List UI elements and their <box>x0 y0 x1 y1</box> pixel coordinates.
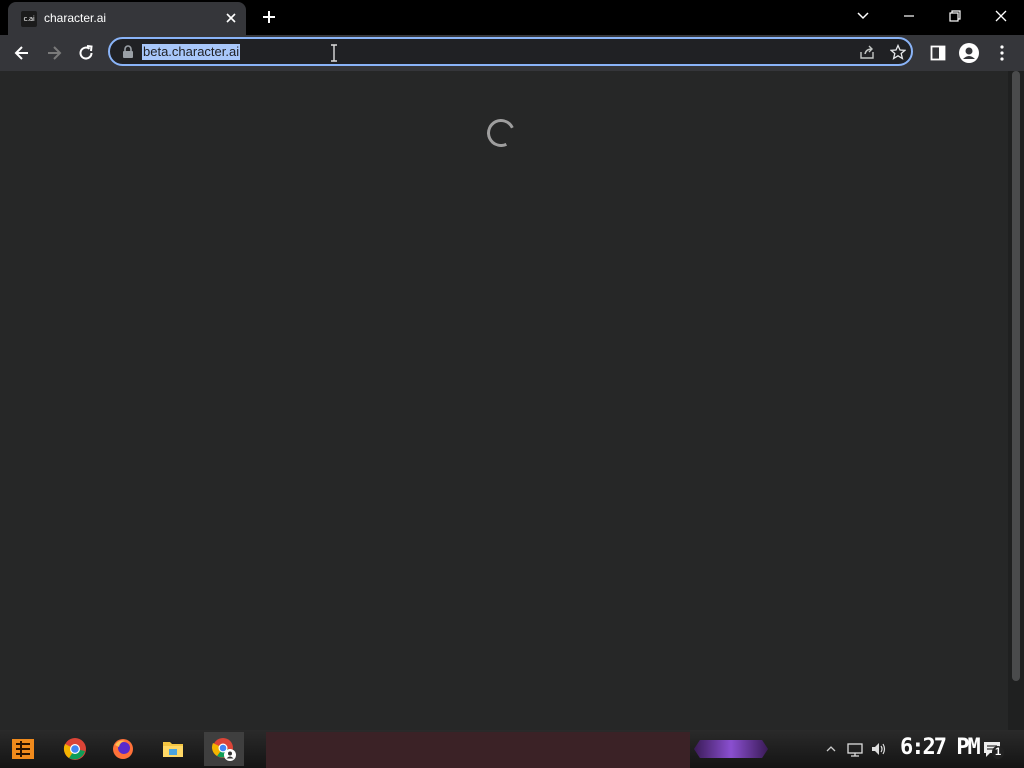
page-content <box>0 71 1008 730</box>
taskbar-clock[interactable]: 6:27 PM <box>900 735 981 760</box>
start-button-icon[interactable] <box>6 734 40 764</box>
show-hidden-icons-icon[interactable] <box>824 740 842 758</box>
tab-title: character.ai <box>44 11 107 25</box>
tab-strip: c.ai character.ai <box>0 0 1024 35</box>
firefox-app-icon[interactable] <box>106 734 140 764</box>
close-window-button[interactable] <box>978 0 1024 32</box>
url-text[interactable]: beta.character.ai <box>142 44 241 60</box>
lock-icon[interactable] <box>122 45 134 64</box>
browser-toolbar: beta.character.ai <box>0 35 1024 71</box>
close-tab-icon[interactable] <box>222 9 240 27</box>
text-cursor-icon <box>330 44 338 62</box>
volume-icon[interactable] <box>870 740 888 758</box>
restore-button[interactable] <box>932 0 978 32</box>
scrollbar[interactable] <box>1008 71 1024 730</box>
profile-avatar-icon[interactable] <box>957 41 981 65</box>
new-tab-button[interactable] <box>260 8 278 26</box>
scrollbar-thumb[interactable] <box>1012 71 1020 681</box>
network-icon[interactable] <box>846 740 864 758</box>
loading-spinner-icon <box>483 115 519 151</box>
notification-center-icon[interactable]: 1 <box>982 740 1005 759</box>
notification-count-badge: 1 <box>992 746 1005 759</box>
tab-search-icon[interactable] <box>840 0 886 32</box>
chrome-profile-app-icon[interactable] <box>204 732 244 766</box>
forward-button[interactable] <box>42 41 66 65</box>
menu-kebab-icon[interactable] <box>990 41 1014 65</box>
taskbar: 6:27 PM 1 <box>0 730 1024 768</box>
bookmark-star-icon[interactable] <box>889 43 907 65</box>
file-explorer-icon[interactable] <box>156 734 190 764</box>
minimize-button[interactable] <box>886 0 932 32</box>
back-button[interactable] <box>10 41 34 65</box>
share-icon[interactable] <box>858 44 876 65</box>
reload-button[interactable] <box>74 41 98 65</box>
taskbar-open-apps-area <box>266 732 690 768</box>
side-panel-icon[interactable] <box>926 41 950 65</box>
tab-favicon: c.ai <box>21 11 37 27</box>
tab-character-ai[interactable]: c.ai character.ai <box>8 2 246 35</box>
chrome-app-icon[interactable] <box>58 734 92 764</box>
address-bar[interactable]: beta.character.ai <box>108 37 913 66</box>
taskbar-decoration <box>694 740 768 758</box>
